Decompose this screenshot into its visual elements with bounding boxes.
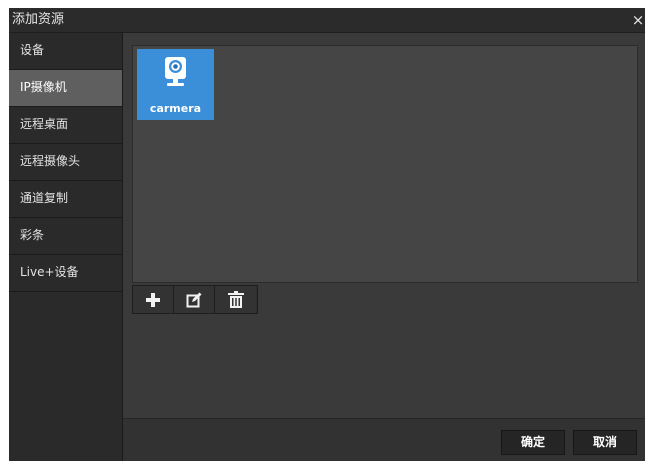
camera-icon — [165, 57, 186, 86]
resource-tile-label: carmera — [149, 102, 202, 115]
close-icon[interactable]: × — [631, 12, 645, 28]
dialog-titlebar: 添加资源 × — [9, 8, 645, 33]
sidebar-item-label: 远程摄像头 — [20, 154, 81, 168]
delete-button[interactable] — [215, 286, 256, 313]
edit-icon — [186, 292, 202, 307]
dialog-title: 添加资源 — [12, 12, 65, 27]
delete-icon — [227, 291, 244, 308]
sidebar-item-label: Live+设备 — [20, 265, 79, 279]
sidebar-item-label: 通道复制 — [20, 191, 69, 205]
edit-button[interactable] — [174, 286, 215, 313]
resource-type-sidebar: 设备 IP摄像机 远程桌面 远程摄像头 通道复制 彩条 Live+设备 — [9, 33, 123, 461]
sidebar-item-device[interactable]: 设备 — [9, 33, 122, 70]
content-area: carmera — [123, 33, 645, 418]
sidebar-item-label: 彩条 — [20, 228, 45, 242]
add-icon — [146, 292, 160, 307]
sidebar-item-remote-camera[interactable]: 远程摄像头 — [9, 144, 122, 181]
sidebar-item-live-device[interactable]: Live+设备 — [9, 255, 122, 292]
sidebar-item-label: IP摄像机 — [20, 80, 67, 94]
ok-button[interactable]: 确定 — [501, 430, 565, 455]
resource-toolbar — [132, 285, 258, 314]
resource-list: carmera — [132, 45, 638, 283]
sidebar-item-color-bars[interactable]: 彩条 — [9, 218, 122, 255]
sidebar-item-channel-copy[interactable]: 通道复制 — [9, 181, 122, 218]
sidebar-item-ip-camera[interactable]: IP摄像机 — [9, 70, 122, 107]
resource-tile[interactable]: carmera — [137, 49, 214, 120]
dialog-footer: 确定 取消 — [123, 418, 645, 461]
add-resource-dialog: 添加资源 × 设备 IP摄像机 远程桌面 远程摄像头 通道复制 彩条 Live+… — [9, 8, 645, 461]
add-button[interactable] — [133, 286, 174, 313]
cancel-button[interactable]: 取消 — [573, 430, 637, 455]
sidebar-item-label: 设备 — [20, 43, 45, 57]
sidebar-item-label: 远程桌面 — [20, 117, 69, 131]
sidebar-item-remote-desktop[interactable]: 远程桌面 — [9, 107, 122, 144]
